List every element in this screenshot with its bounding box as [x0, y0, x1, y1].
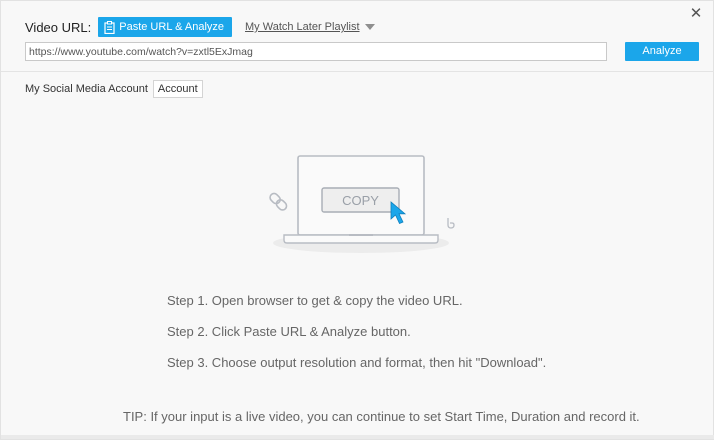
dropdown-arrow-icon[interactable] [364, 24, 375, 30]
close-icon[interactable]: ✕ [687, 4, 705, 22]
chain-link-icon [269, 192, 288, 211]
step-3: Step 3. Choose output resolution and for… [167, 355, 547, 370]
bottom-edge [1, 435, 714, 439]
paste-url-analyze-button[interactable]: Paste URL & Analyze [98, 17, 233, 37]
clipboard-icon [104, 20, 115, 34]
copy-text: COPY [342, 193, 379, 208]
paste-button-label: Paste URL & Analyze [119, 21, 225, 33]
social-media-label: My Social Media Account [25, 83, 148, 95]
url-input[interactable] [25, 42, 607, 61]
analyze-button[interactable]: Analyze [625, 42, 699, 61]
main-window: ✕ Video URL: Paste URL & Analyze My Watc… [0, 0, 714, 440]
hand-pointer-icon [447, 218, 455, 229]
video-url-label: Video URL: [25, 19, 92, 35]
divider [1, 71, 714, 72]
account-button[interactable]: Account [152, 80, 203, 98]
tip-text: TIP: If your input is a live video, you … [123, 409, 640, 424]
watch-later-playlist-link[interactable]: My Watch Later Playlist [245, 21, 360, 33]
laptop-base [283, 234, 439, 244]
instruction-steps: Step 1. Open browser to get & copy the v… [167, 293, 546, 371]
social-media-row: My Social Media Account Account [25, 80, 203, 98]
step-1: Step 1. Open browser to get & copy the v… [167, 293, 463, 308]
copy-url-illustration: COPY [269, 155, 455, 253]
url-toolbar: Video URL: Paste URL & Analyze My Watch … [25, 16, 375, 38]
step-2: Step 2. Click Paste URL & Analyze button… [167, 324, 411, 339]
